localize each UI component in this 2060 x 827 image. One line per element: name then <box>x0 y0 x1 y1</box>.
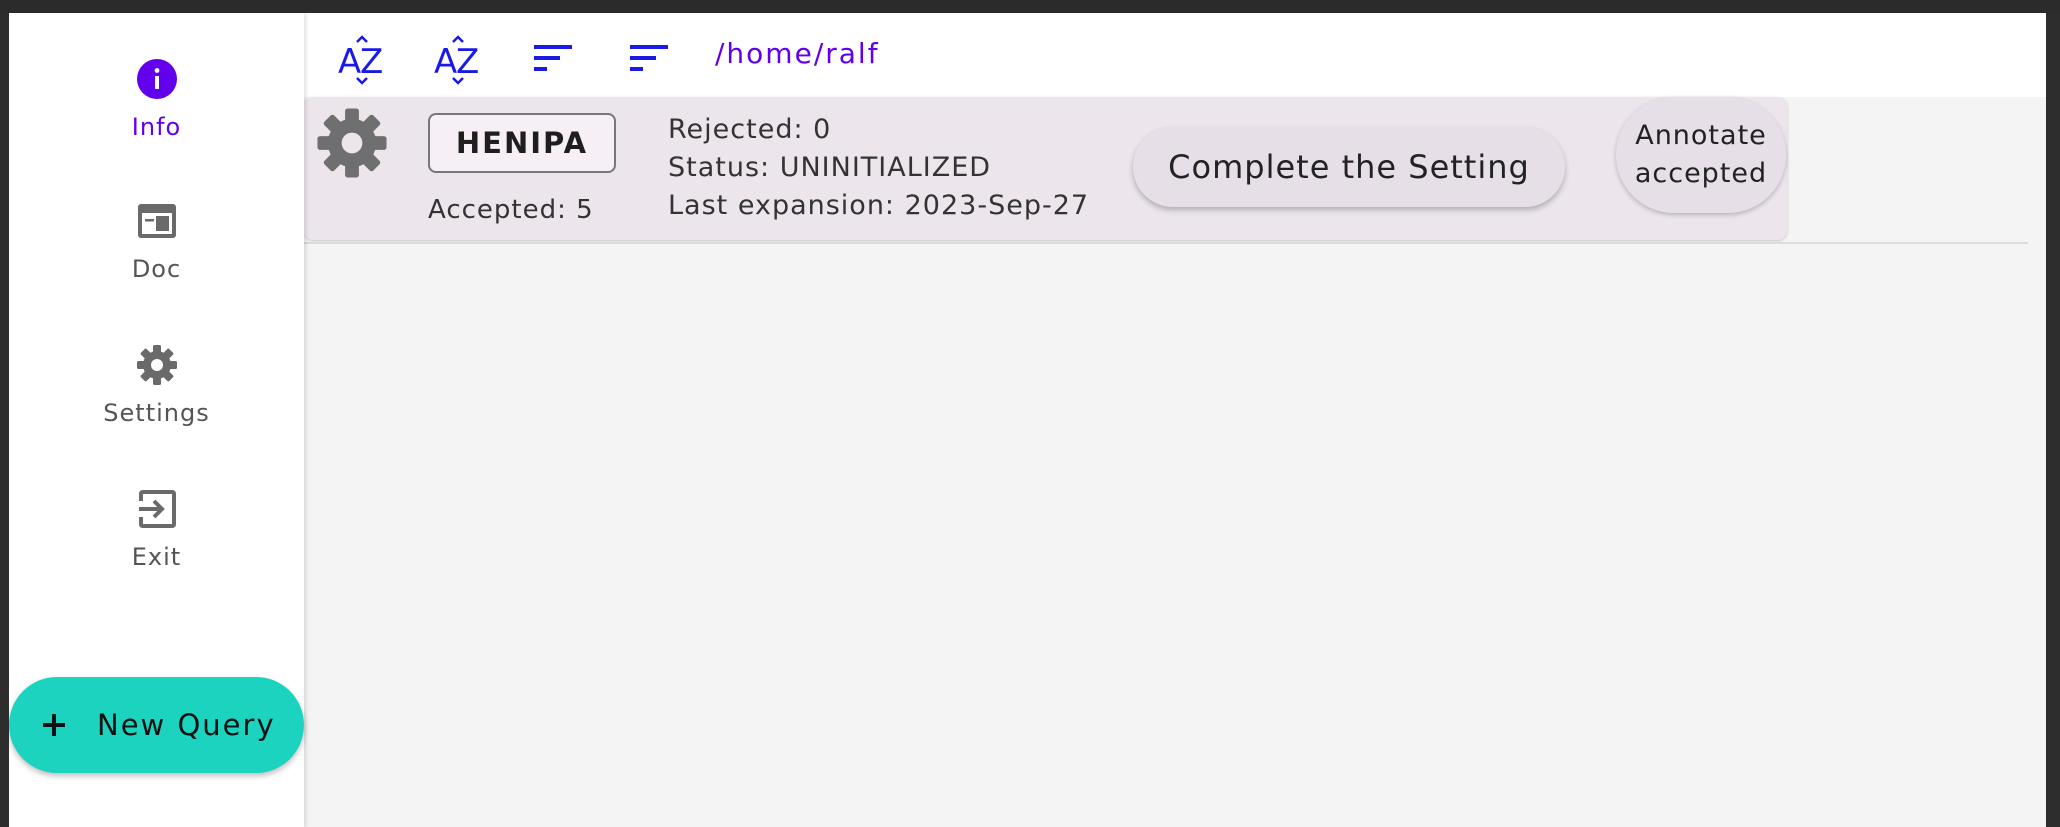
sort-az-descending-button[interactable]: A Z <box>430 31 486 87</box>
accepted-count: Accepted: 5 <box>428 195 594 225</box>
app-window: Info Doc Settings Exit New Query A Z A Z… <box>9 13 2046 827</box>
current-path[interactable]: /home/ralf <box>715 37 880 70</box>
svg-text:Z: Z <box>360 42 383 82</box>
card-divider <box>304 242 2028 244</box>
toolbar: A Z A Z /home/ralf <box>304 13 2046 97</box>
rail-item-label: Doc <box>131 255 182 283</box>
rail-item-info[interactable]: Info <box>9 57 304 141</box>
query-card: HENIPA Accepted: 5 Rejected: 0 Status: U… <box>304 97 1787 240</box>
doc-icon <box>137 204 176 238</box>
annotate-accepted-button[interactable]: Annotate accepted <box>1616 97 1786 213</box>
plus-icon <box>43 714 65 736</box>
navigation-rail: Info Doc Settings Exit New Query <box>9 13 304 827</box>
svg-text:A: A <box>434 42 457 82</box>
rail-item-doc[interactable]: Doc <box>9 199 304 283</box>
gear-icon[interactable] <box>314 105 390 181</box>
svg-text:A: A <box>338 42 361 82</box>
sort-lines-button[interactable] <box>526 31 582 87</box>
sort-lines-reverse-button[interactable] <box>622 31 678 87</box>
background-left-edge <box>0 13 9 827</box>
new-query-button[interactable]: New Query <box>9 677 304 773</box>
background-right-edge <box>2046 13 2060 827</box>
last-expansion: Last expansion: 2023-Sep-27 <box>668 190 1090 221</box>
sort-az-icon: A Z <box>434 35 479 85</box>
rail-item-label: Info <box>131 113 182 141</box>
svg-text:Z: Z <box>456 42 479 82</box>
sort-lines-icon <box>534 45 572 71</box>
rail-item-exit[interactable]: Exit <box>9 487 304 571</box>
os-top-bar <box>0 0 2060 13</box>
status-text: Status: UNINITIALIZED <box>668 152 992 183</box>
sort-az-ascending-button[interactable]: A Z <box>334 31 390 87</box>
info-icon <box>136 59 177 99</box>
sort-lines-icon <box>630 45 668 71</box>
rail-item-settings[interactable]: Settings <box>9 343 304 427</box>
new-query-label: New Query <box>97 708 276 742</box>
query-name-chip[interactable]: HENIPA <box>428 113 616 173</box>
gear-icon <box>136 345 177 385</box>
annotate-button-label: Annotate accepted <box>1634 120 1768 189</box>
sort-az-icon: A Z <box>338 35 383 85</box>
query-stats: Rejected: 0 Status: UNINITIALIZED Last e… <box>668 111 1089 225</box>
exit-icon <box>138 490 176 528</box>
rejected-count: Rejected: 0 <box>668 114 832 145</box>
rail-item-label: Exit <box>131 543 182 571</box>
complete-setting-button[interactable]: Complete the Setting <box>1133 127 1565 207</box>
rail-item-label: Settings <box>103 399 210 427</box>
